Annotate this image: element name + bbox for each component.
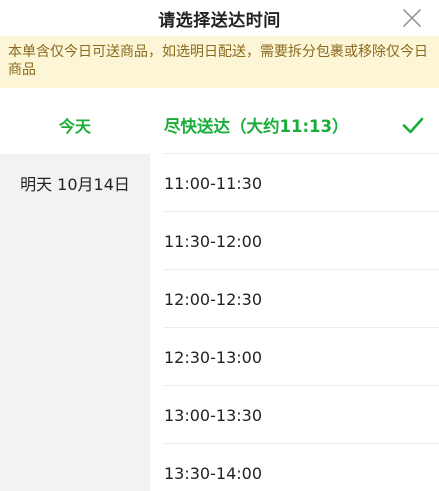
time-slot[interactable]: 11:00-11:30 — [150, 154, 439, 212]
slot-label: 尽快送达（大约11:13） — [164, 117, 349, 136]
slot-label: 11:30-12:00 — [164, 231, 262, 251]
slot-list: 尽快送达（大约11:13） 11:00-11:30 11:30-12:00 12… — [150, 96, 439, 491]
delivery-time-sheet: 请选择送达时间 本单含仅今日可送商品，如选明日配送，需要拆分包裹或移除仅今日商品… — [0, 0, 439, 491]
slot-label: 12:30-13:00 — [164, 347, 262, 367]
day-list-background — [0, 212, 150, 491]
check-icon — [402, 117, 424, 134]
day-tab-today[interactable]: 今天 — [0, 96, 150, 154]
slot-label: 13:00-13:30 — [164, 405, 262, 425]
close-button[interactable] — [399, 5, 425, 31]
day-tab-tomorrow[interactable]: 明天 10月14日 — [0, 154, 150, 212]
slot-label: 12:00-12:30 — [164, 289, 262, 309]
sheet-header: 请选择送达时间 — [0, 0, 439, 36]
time-slot[interactable]: 12:00-12:30 — [150, 270, 439, 328]
slot-label: 13:30-14:00 — [164, 463, 262, 483]
day-list: 今天 明天 10月14日 — [0, 96, 150, 491]
time-slot[interactable]: 12:30-13:00 — [150, 328, 439, 386]
time-slot[interactable]: 13:30-14:00 — [150, 444, 439, 491]
close-icon — [403, 9, 421, 27]
split-order-notice: 本单含仅今日可送商品，如选明日配送，需要拆分包裹或移除仅今日商品 — [0, 36, 439, 88]
time-picker: 今天 明天 10月14日 尽快送达（大约11:13） 11:00-11:30 1… — [0, 96, 439, 491]
slot-label: 11:00-11:30 — [164, 173, 262, 193]
time-slot-asap[interactable]: 尽快送达（大约11:13） — [150, 96, 439, 154]
time-slot[interactable]: 11:30-12:00 — [150, 212, 439, 270]
page-title: 请选择送达时间 — [158, 10, 281, 31]
time-slot[interactable]: 13:00-13:30 — [150, 386, 439, 444]
